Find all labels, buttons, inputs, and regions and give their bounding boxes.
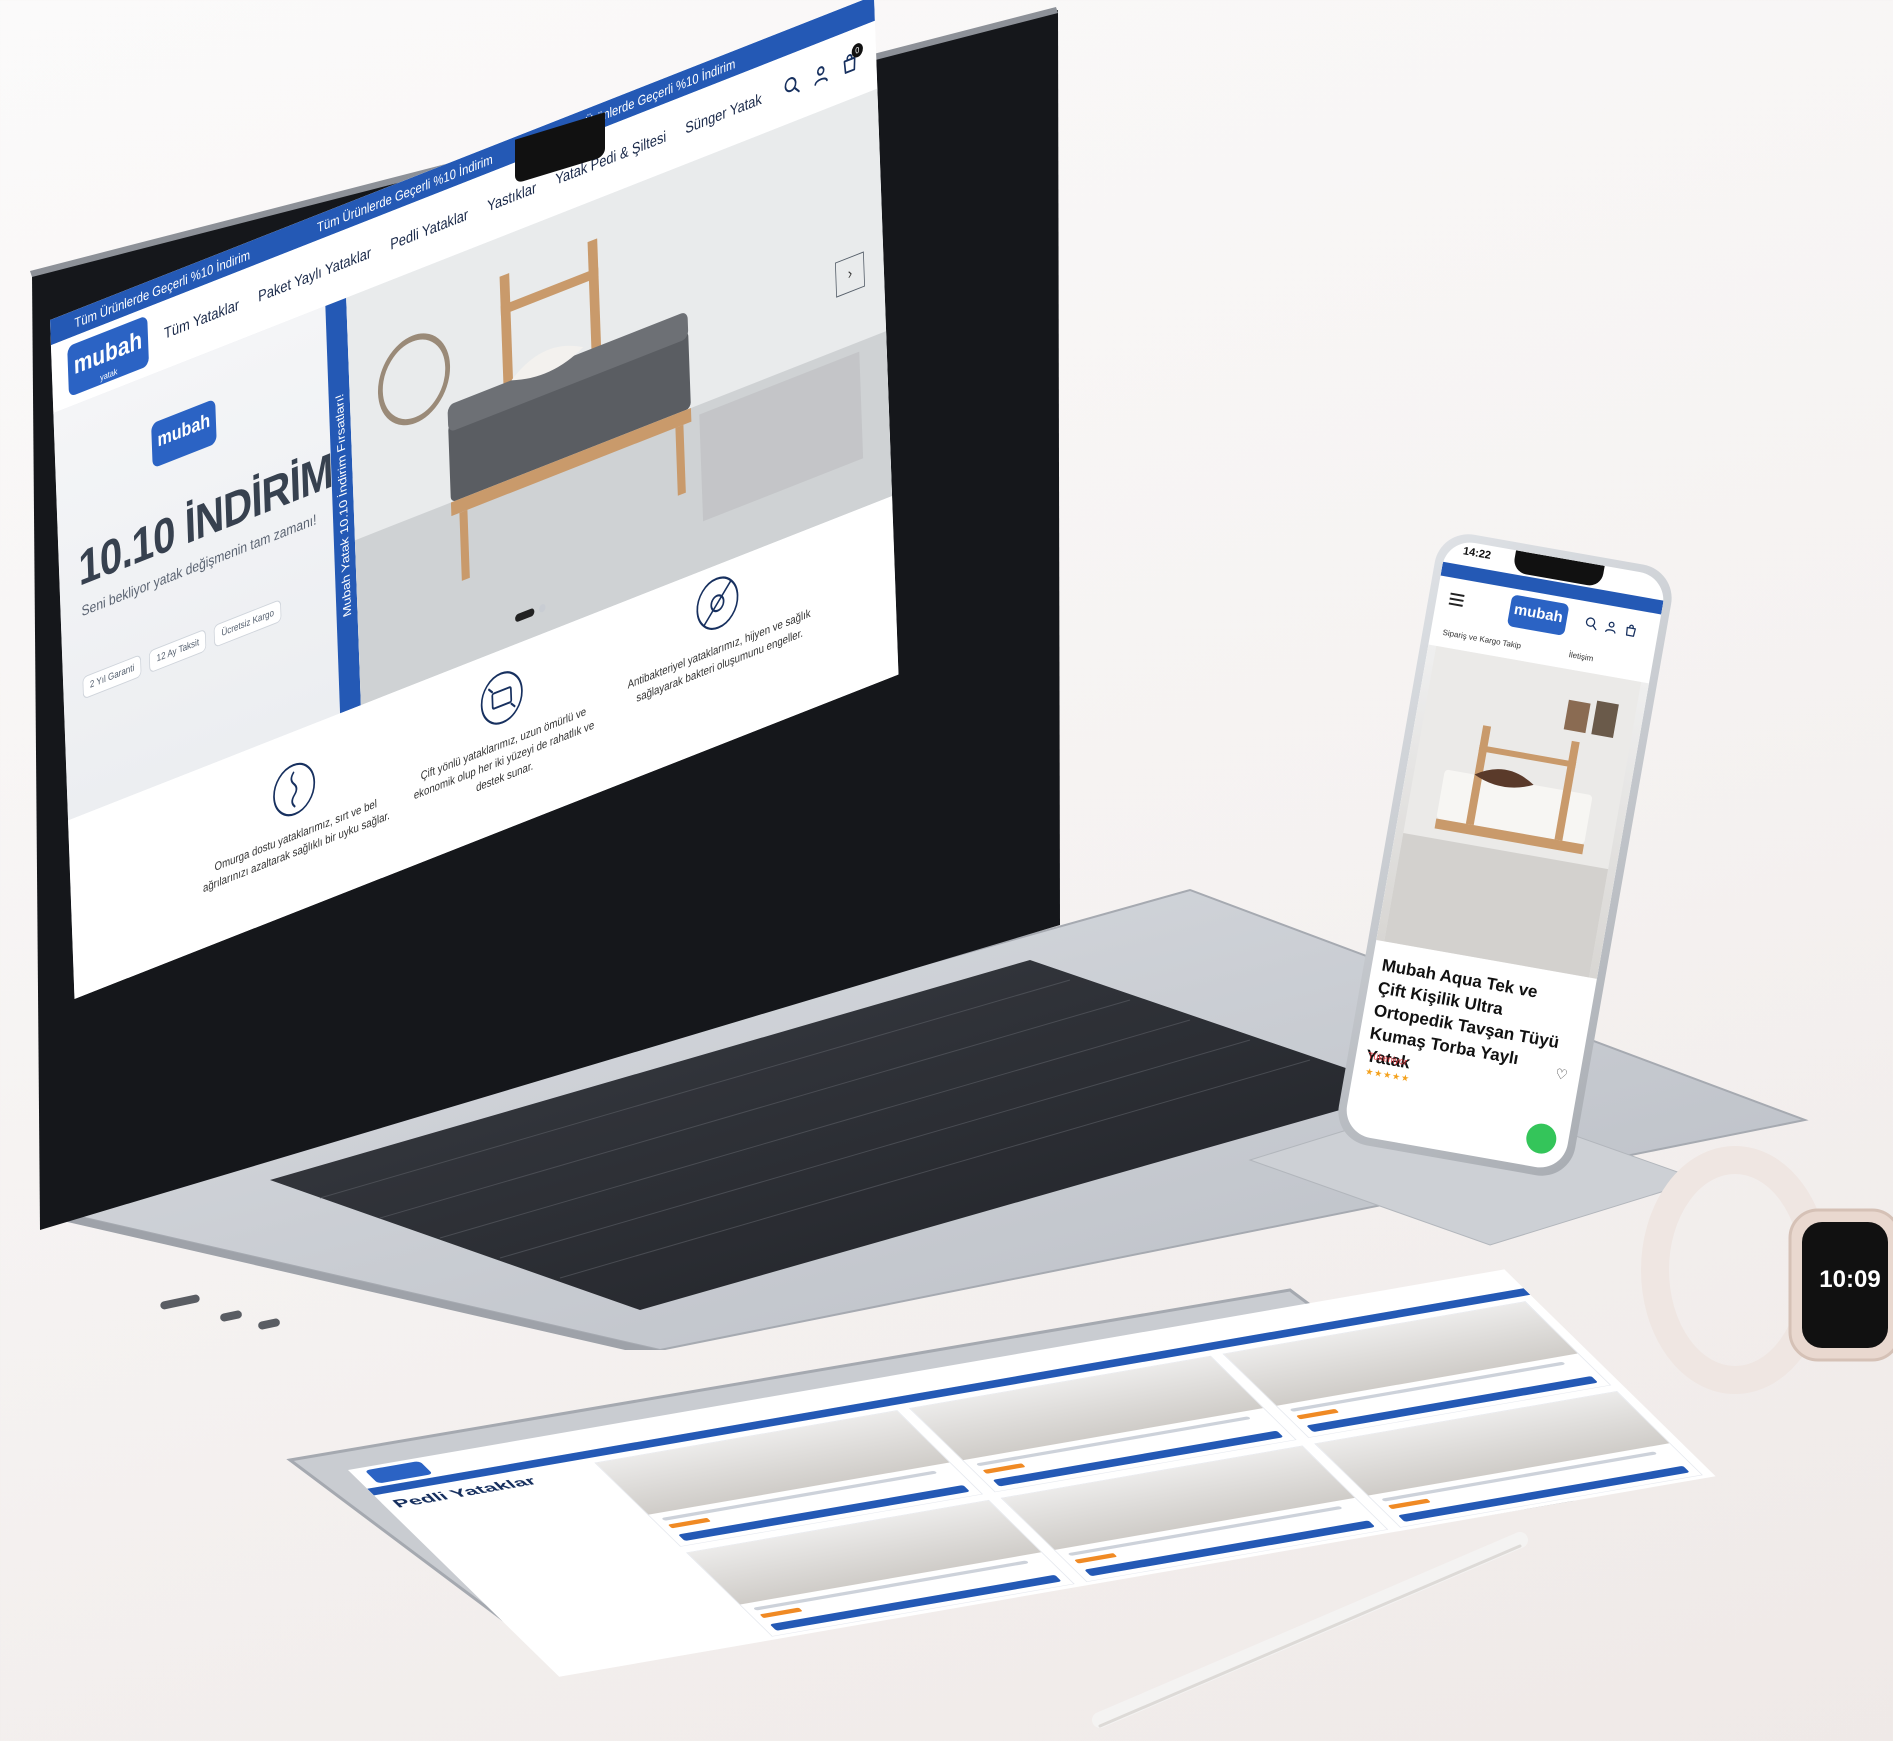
nav-item-tum-yataklar[interactable]: Tüm Yataklar — [164, 297, 240, 344]
user-icon[interactable] — [1603, 619, 1619, 635]
smartwatch: 10:09 — [1640, 1130, 1893, 1440]
nav-item-pedli[interactable]: Pedli Yataklar — [390, 207, 468, 255]
whatsapp-icon[interactable] — [1523, 1121, 1559, 1156]
spine-icon — [273, 762, 316, 817]
header-actions: 0 — [783, 41, 864, 105]
phone-status-time: 14:22 — [1462, 545, 1492, 562]
badge-installment: 12 Ay Taksit — [149, 628, 207, 674]
favorite-icon[interactable]: ♡ — [1554, 1065, 1569, 1084]
tab-contact[interactable]: İletişim — [1568, 650, 1594, 663]
mattress-rotate-icon — [480, 671, 523, 725]
cart-icon[interactable] — [1623, 622, 1639, 638]
antibacterial-icon — [696, 576, 739, 630]
nav-item-sunger[interactable]: Sünger Yatak — [685, 91, 762, 139]
cart-button[interactable]: 0 — [840, 41, 864, 82]
hero-logo: mubah — [151, 398, 217, 469]
badge-free-shipping: Ücretsiz Kargo — [213, 599, 282, 648]
watch-time: 10:09 — [1819, 1266, 1881, 1293]
menu-icon[interactable] — [1448, 591, 1466, 608]
nav-item-yastiklar[interactable]: Yastıklar — [487, 180, 536, 217]
hero-badges: 2 Yıl Garanti 12 Ay Taksit Ücretsiz Karg… — [82, 599, 282, 700]
user-icon[interactable] — [812, 60, 830, 88]
search-icon[interactable] — [1583, 615, 1599, 631]
search-icon[interactable] — [783, 72, 801, 100]
phone-logo[interactable]: mubah — [1506, 594, 1570, 636]
cart-count-badge: 0 — [851, 41, 864, 60]
stylus-pencil — [1092, 1532, 1528, 1728]
badge-warranty: 2 Yıl Garanti — [82, 654, 142, 700]
